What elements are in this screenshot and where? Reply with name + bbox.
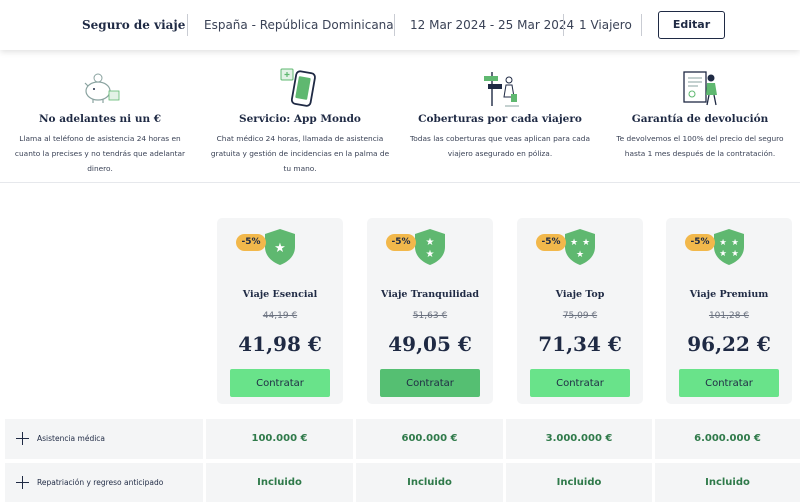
- divider: [641, 14, 642, 36]
- old-price: 51,63 €: [412, 311, 448, 321]
- feature-description: Chat médico 24 horas, llamada de asisten…: [210, 134, 390, 173]
- contract-button[interactable]: Contratar: [230, 369, 330, 397]
- feature-refund: Garantía de devolución Te devolvemos el …: [600, 50, 800, 183]
- piggy-bank-icon: [84, 73, 120, 103]
- shield-three-stars-icon: ★ ★ ★: [565, 229, 595, 265]
- old-price: 75,09 €: [562, 311, 598, 321]
- plan-card-premium: ★ ★ ★ ★ -5% Viaje Premium 101,28 € 96,22…: [666, 218, 792, 404]
- page-title: Seguro de viaje: [82, 18, 186, 32]
- coverage-value: 6.000.000 €: [655, 419, 800, 459]
- signpost-travelers-icon: [484, 72, 519, 107]
- feature-no-advance: No adelantes ni un € Llama al teléfono d…: [0, 50, 200, 183]
- coverage-row-medical: Asistencia médica 100.000 € 600.000 € 3.…: [0, 419, 800, 459]
- feature-title: No adelantes ni un €: [38, 113, 162, 125]
- discount-badge: -5%: [386, 234, 416, 251]
- plan-card-esencial: ★ -5% Viaje Esencial 44,19 € 41,98 € Con…: [217, 218, 343, 404]
- coverage-value: 100.000 €: [206, 419, 353, 459]
- shield-two-stars-icon: ★ ★: [415, 229, 445, 265]
- svg-text:★: ★: [719, 249, 727, 259]
- plan-card-tranquilidad: ★ ★ -5% Viaje Tranquilidad 51,63 € 49,05…: [367, 218, 493, 404]
- route-text: España - República Dominicana: [204, 18, 394, 32]
- coverage-value: Incluido: [655, 463, 800, 502]
- coverage-value: 3.000.000 €: [506, 419, 652, 459]
- coverage-value: Incluido: [356, 463, 503, 502]
- phone-app-icon: [280, 68, 316, 107]
- coverage-value: Incluido: [206, 463, 353, 502]
- coverage-value: 600.000 €: [356, 419, 503, 459]
- svg-text:★: ★: [274, 241, 286, 256]
- divider: [394, 14, 395, 36]
- plan-name: Viaje Top: [555, 289, 605, 300]
- discount-badge: -5%: [536, 234, 566, 251]
- shield-four-stars-icon: ★ ★ ★ ★: [714, 229, 744, 265]
- coverage-label: Asistencia médica: [37, 434, 106, 443]
- svg-text:★: ★: [731, 249, 739, 259]
- plan-price: 71,34 €: [538, 332, 622, 356]
- plan-price: 41,98 €: [238, 332, 322, 356]
- coverage-value: Incluido: [506, 463, 652, 502]
- plan-price: 49,05 €: [388, 332, 472, 356]
- contract-button[interactable]: Contratar: [530, 369, 630, 397]
- plus-icon: [16, 476, 29, 489]
- shield-one-star-icon: ★: [265, 229, 295, 265]
- svg-text:★: ★: [582, 238, 590, 248]
- divider: [563, 14, 564, 36]
- features-strip: No adelantes ni un € Llama al teléfono d…: [0, 50, 800, 183]
- plan-card-top: ★ ★ ★ -5% Viaje Top 75,09 € 71,34 € Cont…: [517, 218, 643, 404]
- plan-name: Viaje Premium: [689, 289, 769, 300]
- divider: [187, 14, 188, 36]
- feature-title: Coberturas por cada viajero: [418, 113, 582, 125]
- contract-button[interactable]: Contratar: [380, 369, 480, 397]
- old-price: 44,19 €: [262, 311, 298, 321]
- plus-icon: [16, 432, 29, 445]
- contract-button[interactable]: Contratar: [679, 369, 779, 397]
- old-price: 101,28 €: [708, 311, 750, 321]
- feature-title: Servicio: App Mondo: [239, 113, 361, 125]
- svg-text:★: ★: [731, 238, 739, 248]
- coverage-row-repatriation: Repatriación y regreso anticipado Inclui…: [0, 463, 800, 502]
- feature-title: Garantía de devolución: [631, 113, 769, 125]
- travelers-text: 1 Viajero: [579, 18, 632, 32]
- edit-button[interactable]: Editar: [658, 11, 725, 39]
- expand-row-toggle[interactable]: Repatriación y regreso anticipado: [5, 463, 203, 502]
- feature-description: Llama al teléfono de asistencia 24 horas…: [14, 134, 186, 173]
- svg-text:★: ★: [576, 250, 584, 260]
- feature-description: Todas las coberturas que veas aplican pa…: [410, 134, 591, 158]
- feature-description: Te devolvemos el 100% del precio del seg…: [616, 134, 784, 158]
- discount-badge: -5%: [236, 234, 266, 251]
- discount-badge: -5%: [685, 234, 715, 251]
- svg-text:★: ★: [719, 238, 727, 248]
- svg-text:★: ★: [570, 238, 578, 248]
- feature-coverage: Coberturas por cada viajero Todas las co…: [400, 50, 600, 183]
- feature-app: Servicio: App Mondo Chat médico 24 horas…: [200, 50, 400, 183]
- refund-document-icon: [683, 71, 717, 106]
- plan-name: Viaje Tranquilidad: [380, 289, 480, 300]
- top-bar: Seguro de viaje España - República Domin…: [0, 0, 800, 50]
- coverage-label: Repatriación y regreso anticipado: [37, 478, 164, 487]
- svg-text:★: ★: [426, 249, 435, 260]
- plan-price: 96,22 €: [687, 332, 771, 356]
- dates-text: 12 Mar 2024 - 25 Mar 2024: [410, 18, 575, 32]
- expand-row-toggle[interactable]: Asistencia médica: [5, 419, 203, 459]
- svg-text:★: ★: [426, 237, 435, 248]
- plan-name: Viaje Esencial: [242, 289, 318, 300]
